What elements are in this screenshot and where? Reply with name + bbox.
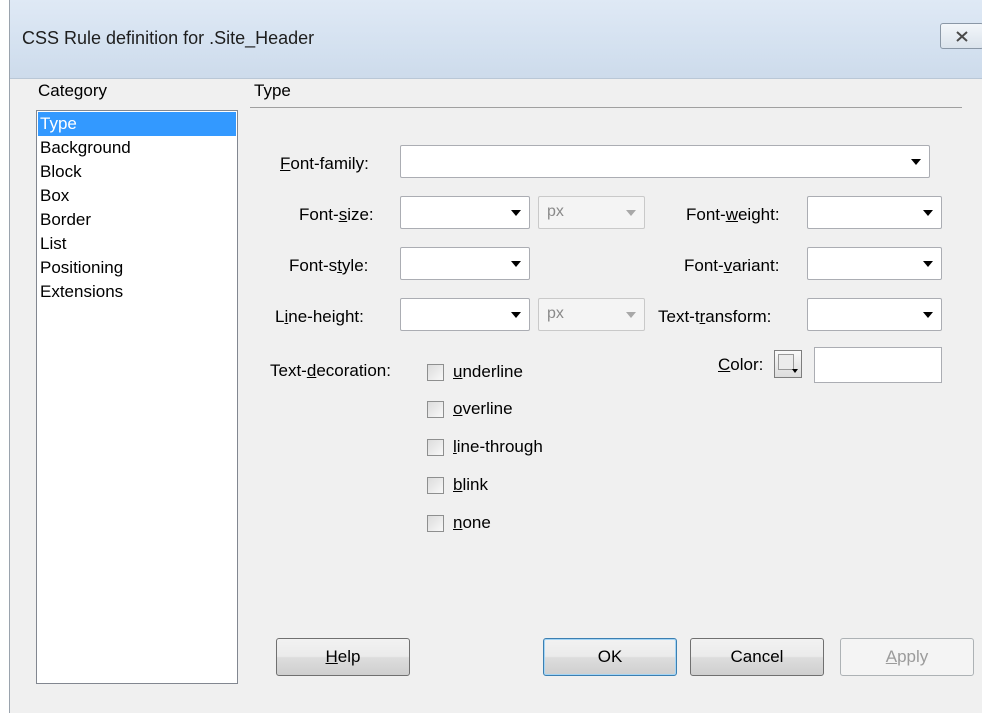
font-variant-label-pre: Font- [684,256,724,275]
chevron-down-icon [511,261,521,267]
underline-checkbox[interactable] [427,364,444,381]
text-transform-label-post: ansform: [705,307,772,326]
font-weight-label: Font-weight: [686,205,780,225]
font-variant-label-post: ariant: [732,256,780,275]
font-size-unit-value: px [547,203,564,220]
panel-separator [250,107,962,108]
font-size-label-post: ize: [347,205,374,224]
chevron-down-icon [923,312,933,318]
category-item-box[interactable]: Box [37,184,237,208]
font-family-label: Font-family: [280,154,369,174]
help-button-rest: elp [337,647,361,666]
chevron-down-icon [511,312,521,318]
chevron-down-icon [626,312,636,318]
blink-label-rest: link [462,475,488,494]
category-item-background[interactable]: Background [37,136,237,160]
category-heading: Category [38,81,107,100]
title-bar[interactable]: CSS Rule definition for .Site_Header [10,0,982,79]
text-transform-select[interactable] [807,298,942,331]
overline-label-rest: verline [462,399,513,418]
category-list[interactable]: Type Background Block Box Border List Po… [36,110,238,684]
window-edge [0,0,10,713]
blink-checkbox[interactable] [427,477,444,494]
font-style-label-pre: Font-s [289,256,338,275]
panel-heading: Type [254,81,291,100]
text-transform-label: Text-transform: [658,307,771,327]
none-label-rest: one [462,513,491,532]
color-label: Color: [718,355,763,375]
text-decoration-label-pre: Text- [270,361,307,380]
close-icon [956,30,968,42]
font-weight-label-key: w [725,205,738,224]
category-item-block[interactable]: Block [37,160,237,184]
apply-button-rest: pply [897,647,929,666]
font-style-select[interactable] [400,247,530,280]
font-family-select[interactable] [400,145,930,178]
font-style-label: Font-style: [289,256,368,276]
text-decoration-label: Text-decoration: [270,361,391,381]
line-height-label-post: ne-height: [288,307,364,326]
window-title: CSS Rule definition for .Site_Header [22,28,315,48]
font-size-label-key: s [338,205,348,224]
font-family-label-post: ont-family: [290,154,369,173]
category-item-border[interactable]: Border [37,208,237,232]
line-through-checkbox[interactable] [427,439,444,456]
font-size-unit-select[interactable]: px [538,196,645,229]
overline-label[interactable]: overline [453,399,513,419]
font-weight-select[interactable] [807,196,942,229]
color-label-post: olor: [730,355,764,374]
color-picker-button[interactable] [774,350,802,378]
ok-button[interactable]: OK [543,638,677,676]
font-family-label-key: F [280,154,291,173]
line-height-unit-value: px [547,305,564,322]
font-variant-label-key: v [723,256,733,275]
overline-checkbox[interactable] [427,401,444,418]
line-height-select[interactable] [400,298,530,331]
color-swatch-icon [778,354,794,370]
font-size-select[interactable] [400,196,530,229]
font-variant-select[interactable] [807,247,942,280]
font-weight-label-post: eight: [737,205,780,224]
chevron-down-icon [626,210,636,216]
font-weight-label-pre: Font- [686,205,726,224]
line-through-label[interactable]: line-through [453,437,543,457]
chevron-down-icon [923,261,933,267]
help-button-key: H [325,647,338,666]
color-label-key: C [718,355,731,374]
underline-label-rest: nderline [462,362,523,381]
help-button[interactable]: Help [276,638,410,676]
font-variant-label: Font-variant: [684,256,779,276]
none-checkbox[interactable] [427,515,444,532]
font-style-label-post: yle: [341,256,369,275]
font-size-label: Font-size: [299,205,374,225]
dialog-body: Category Type Type Background Block Box … [10,79,982,713]
category-item-extensions[interactable]: Extensions [37,280,237,304]
close-button[interactable] [940,23,982,49]
text-decoration-label-post: ecoration: [316,361,391,380]
category-item-positioning[interactable]: Positioning [37,256,237,280]
font-size-label-pre: Font- [299,205,339,224]
line-height-label: Line-height: [275,307,364,327]
chevron-down-icon [511,210,521,216]
line-height-unit-select[interactable]: px [538,298,645,331]
underline-label[interactable]: underline [453,362,523,382]
chevron-down-icon [911,159,921,165]
chevron-down-icon [923,210,933,216]
text-decoration-label-key: d [306,361,317,380]
color-input[interactable] [814,347,942,383]
none-label[interactable]: none [453,513,491,533]
blink-label[interactable]: blink [453,475,488,495]
css-rule-dialog: CSS Rule definition for .Site_Header Cat… [0,0,982,713]
chevron-down-icon [792,369,798,373]
text-transform-label-pre: Text-t [658,307,700,326]
line-through-label-rest: ine-through [456,437,543,456]
apply-button-key: A [885,647,898,666]
cancel-button[interactable]: Cancel [690,638,824,676]
category-item-list[interactable]: List [37,232,237,256]
category-item-type[interactable]: Type [38,112,236,136]
apply-button[interactable]: Apply [840,638,974,676]
